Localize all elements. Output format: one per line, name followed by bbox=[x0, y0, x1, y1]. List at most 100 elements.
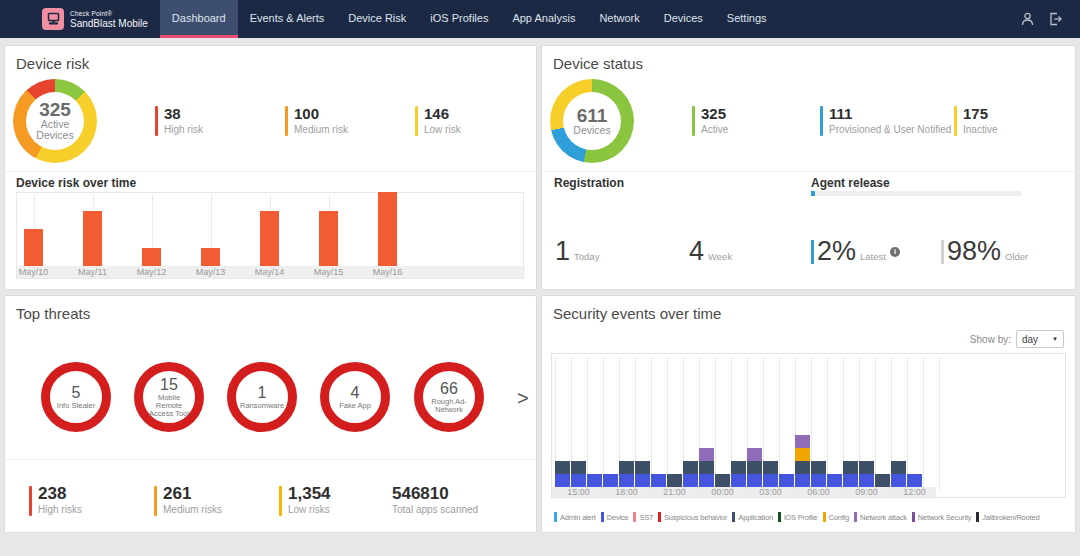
risk-bar-May/13 bbox=[201, 248, 220, 267]
legend-ios-profile: iOS Profile bbox=[778, 512, 818, 522]
legend-ss7: SS7 bbox=[633, 512, 653, 522]
security-events-panel: Security events over time Show by: day▼ … bbox=[541, 295, 1076, 533]
event-seg-device bbox=[747, 474, 762, 487]
stat-total-apps-scanned: 546810Total apps scanned bbox=[392, 486, 478, 515]
threat-circle-rough-ad-network[interactable]: 66Rough Ad- Network bbox=[414, 362, 484, 432]
event-seg-application bbox=[875, 474, 890, 487]
top-threats-title: Top threats bbox=[16, 305, 90, 322]
security-events-chart: 15:0018:0021:0000:0003:0006:0009:0012:00 bbox=[551, 353, 1066, 498]
agent-release-title: Agent release bbox=[811, 176, 890, 190]
event-seg-device bbox=[571, 474, 586, 487]
stat-high-risk: 38High risk bbox=[155, 106, 203, 136]
event-seg-application bbox=[683, 461, 698, 474]
threat-circle-ransomware[interactable]: 1Ransomware bbox=[227, 362, 297, 432]
security-events-title: Security events over time bbox=[553, 305, 721, 322]
nav-tab-app-analysis[interactable]: App Analysis bbox=[500, 0, 587, 38]
event-seg-device bbox=[859, 474, 874, 487]
checkpoint-logo-icon bbox=[42, 8, 64, 30]
event-seg-device bbox=[683, 474, 698, 487]
stat-inactive: 175Inactive bbox=[954, 106, 997, 136]
event-seg-device bbox=[763, 474, 778, 487]
event-seg-application bbox=[811, 461, 826, 474]
event-seg-application bbox=[571, 461, 586, 474]
device-status-title: Device status bbox=[553, 55, 643, 72]
risk-bar-May/10 bbox=[24, 229, 43, 266]
stat-medium-risk: 100Medium risk bbox=[285, 106, 348, 136]
event-seg-application bbox=[715, 474, 730, 487]
nav-tab-network[interactable]: Network bbox=[587, 0, 651, 38]
stat-provisioned-user-notified: 111Provisioned & User Notified bbox=[820, 106, 951, 136]
event-seg-device bbox=[779, 474, 794, 487]
nav-tab-device-risk[interactable]: Device Risk bbox=[336, 0, 418, 38]
event-seg-application bbox=[795, 461, 810, 474]
info-icon[interactable]: i bbox=[890, 247, 900, 257]
event-seg-device bbox=[891, 474, 906, 487]
big-stat-today: 1Today bbox=[555, 236, 599, 267]
nav-tab-settings[interactable]: Settings bbox=[715, 0, 779, 38]
device-risk-over-time-chart: May/10May/11May/12May/13May/14May/15May/… bbox=[16, 192, 524, 279]
event-seg-device bbox=[827, 474, 842, 487]
stat-low-risks: 1,354Low risks bbox=[279, 486, 331, 516]
next-threats-arrow[interactable]: > bbox=[517, 387, 529, 410]
show-by-label: Show by: bbox=[970, 334, 1011, 345]
event-seg-application bbox=[635, 461, 650, 474]
registration-title: Registration bbox=[554, 176, 624, 190]
donut-center-label: Devices bbox=[36, 130, 73, 141]
threat-circle-mobile-remote-access-tool[interactable]: 15Mobile Remote Access Tool bbox=[134, 362, 204, 432]
brand-text: Check Point® SandBlast Mobile bbox=[70, 10, 148, 29]
divider bbox=[542, 171, 1075, 172]
device-status-donut: 611 Devices bbox=[550, 79, 634, 163]
event-seg-device bbox=[555, 474, 570, 487]
nav-tab-events-alerts[interactable]: Events & Alerts bbox=[238, 0, 337, 38]
donut-center-label: Devices bbox=[573, 125, 610, 136]
risk-bar-May/16 bbox=[378, 192, 397, 266]
event-seg-network-attack bbox=[747, 448, 762, 461]
big-stat-latest: 2%Latesti bbox=[811, 236, 900, 267]
legend-jailbroken-rooted: Jailbroken/Rooted bbox=[976, 512, 1039, 522]
brand-line2: SandBlast Mobile bbox=[70, 18, 148, 29]
threat-circle-info-stealer[interactable]: 5Info Stealer bbox=[41, 362, 111, 432]
donut-center-value: 611 bbox=[577, 107, 608, 125]
legend-network-security: Network Security bbox=[912, 512, 971, 522]
event-seg-device bbox=[635, 474, 650, 487]
top-threats-panel: Top threats 5Info Stealer 15Mobile Remote… bbox=[4, 295, 537, 533]
event-seg-application bbox=[619, 461, 634, 474]
nav-tab-dashboard[interactable]: Dashboard bbox=[160, 0, 238, 38]
nav-tab-devices[interactable]: Devices bbox=[652, 0, 715, 38]
stat-low-risk: 146Low risk bbox=[415, 106, 461, 136]
event-seg-application bbox=[763, 461, 778, 474]
event-seg-device bbox=[587, 474, 602, 487]
stat-active: 325Active bbox=[692, 106, 728, 136]
device-risk-donut: 325 Active Devices bbox=[13, 79, 97, 163]
legend-config: Config bbox=[823, 512, 849, 522]
legend-network-attack: Network attack bbox=[854, 512, 907, 522]
agent-release-progress bbox=[811, 191, 1021, 196]
device-risk-over-time-title: Device risk over time bbox=[16, 176, 136, 190]
risk-bar-May/12 bbox=[142, 248, 161, 267]
show-by-select[interactable]: day▼ bbox=[1016, 330, 1064, 348]
user-icon[interactable] bbox=[1021, 12, 1034, 26]
top-nav: Check Point® SandBlast Mobile DashboardE… bbox=[0, 0, 1080, 38]
threat-circle-fake-app[interactable]: 4Fake App bbox=[320, 362, 390, 432]
logout-icon[interactable] bbox=[1048, 12, 1062, 26]
device-risk-panel: Device risk 325 Active Devices 38High ri… bbox=[4, 45, 537, 290]
legend-application: Application bbox=[732, 512, 773, 522]
divider bbox=[5, 459, 536, 460]
brand: Check Point® SandBlast Mobile bbox=[0, 0, 160, 38]
device-risk-title: Device risk bbox=[16, 55, 89, 72]
nav-tab-ios-profiles[interactable]: iOS Profiles bbox=[418, 0, 500, 38]
event-seg-device bbox=[619, 474, 634, 487]
big-stat-older: 98%Older bbox=[941, 236, 1028, 267]
event-seg-application bbox=[891, 461, 906, 474]
device-status-panel: Device status 611 Devices 325Active 111Pr… bbox=[541, 45, 1076, 290]
event-seg-device bbox=[699, 474, 714, 487]
risk-bar-May/15 bbox=[319, 211, 338, 267]
donut-center-value: 325 bbox=[39, 101, 71, 119]
nav-tabs: DashboardEvents & AlertsDevice RiskiOS P… bbox=[160, 0, 779, 38]
event-seg-application bbox=[731, 461, 746, 474]
event-seg-device bbox=[603, 474, 618, 487]
security-events-legend: Admin alertDeviceSS7Suspicious behaviorA… bbox=[554, 512, 1044, 522]
brand-line1: Check Point® bbox=[70, 10, 148, 17]
risk-bar-May/14 bbox=[260, 211, 279, 267]
event-seg-application bbox=[555, 461, 570, 474]
